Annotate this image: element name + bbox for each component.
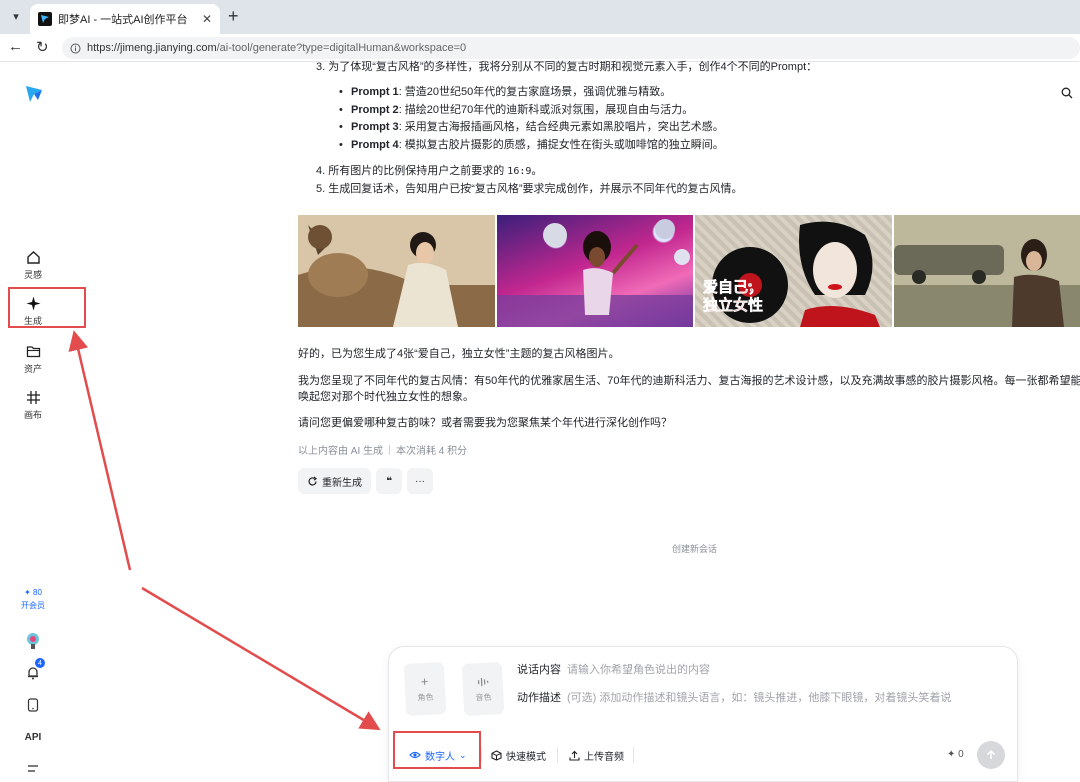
arrow-to-digital-human	[141, 586, 381, 731]
annotation-arrows	[68, 330, 381, 731]
arrow-to-generate	[68, 330, 132, 571]
